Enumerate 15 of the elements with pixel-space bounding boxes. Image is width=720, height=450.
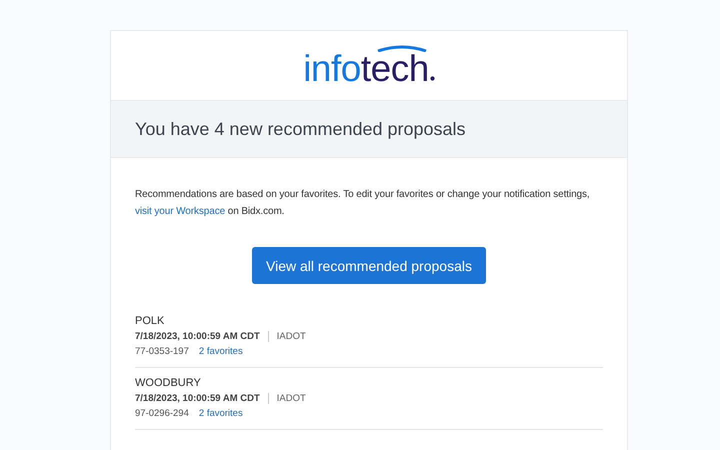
proposal-date: 7/18/2023, 10:00:59 AM CDT [135,331,260,342]
workspace-link[interactable]: visit your Workspace [135,206,226,217]
agency: IADOT [276,331,306,342]
view-proposals-button[interactable]: View all recommended proposals [252,247,486,284]
proposal-number: 97-0296-294 [135,408,189,419]
county-name: WOODBURY [135,377,201,389]
favorites-link[interactable]: 2 favorites [198,346,243,357]
intro-text: Recommendations are based on your favorites. To edit your favorites or change your notification settings, visit your Workspace on Bidx.com. [135,188,591,219]
proposal-date: 7/18/2023, 10:00:59 AM CDT [135,393,260,404]
favorites-link[interactable]: 2 favorites [198,408,243,419]
heading: You have 4 new recommended proposals [135,118,466,140]
logo: infotech [303,44,435,87]
county-name: POLK [135,315,164,327]
proposal-number: 77-0353-197 [135,346,189,357]
agency: IADOT [276,393,306,404]
